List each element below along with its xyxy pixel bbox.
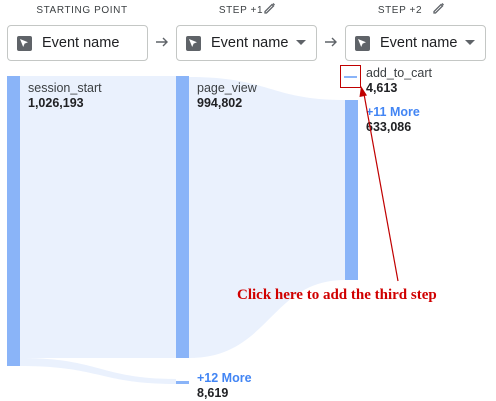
annotation-callout-text: Click here to add the third step xyxy=(237,287,437,303)
annotation-arrow xyxy=(359,86,399,282)
path-exploration-canvas: STARTING POINT STEP +1 STEP +2 Event nam… xyxy=(0,0,496,401)
